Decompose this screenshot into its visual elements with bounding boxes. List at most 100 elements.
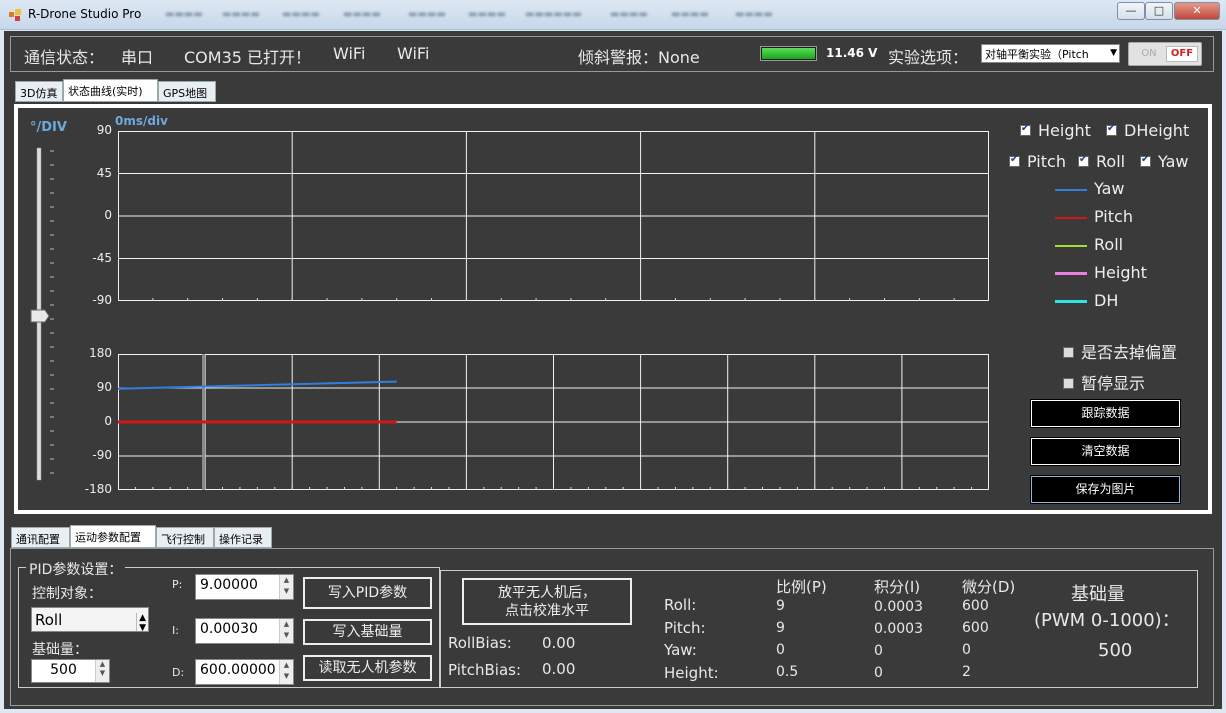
row-name: Yaw:: [664, 641, 697, 659]
legend-swatch: [1055, 300, 1087, 303]
row-p: 9: [776, 620, 785, 636]
blurred-menu-item[interactable]: ▬▬▬▬: [735, 9, 773, 20]
save-image-button[interactable]: 保存为图片: [1030, 475, 1181, 504]
tab-operation-log[interactable]: 操作记录: [214, 527, 272, 548]
tab-status-curve[interactable]: 状态曲线(实时): [63, 79, 158, 102]
pause-display-label: 暂停显示: [1081, 374, 1146, 393]
battery-voltage: 11.46 V: [826, 46, 878, 60]
legend-item-roll: Roll: [1055, 235, 1123, 254]
legend-item-pitch: Pitch: [1055, 207, 1133, 226]
wifi-status-2: WiFi: [397, 44, 430, 63]
legend-swatch: [1055, 216, 1087, 219]
row-name: Pitch:: [664, 619, 706, 637]
write-base-button[interactable]: 写入基础量: [303, 619, 432, 645]
tab-motion-params[interactable]: 运动参数配置: [70, 525, 156, 548]
row-d: 600: [962, 598, 989, 614]
checkbox-checked-icon: [1009, 154, 1020, 167]
d-value: 600.00000: [200, 662, 276, 678]
close-button[interactable]: ✕: [1174, 2, 1220, 20]
tab-flight-control[interactable]: 飞行控制: [156, 527, 214, 548]
checkbox-unchecked-icon: [1063, 347, 1074, 358]
tilt-alarm: 倾斜警报：None: [578, 48, 700, 67]
row-name: Height:: [664, 664, 719, 682]
tab-3d-sim[interactable]: 3D仿真: [15, 81, 63, 102]
checkbox-pause-display[interactable]: 暂停显示: [1063, 370, 1145, 394]
read-params-button[interactable]: 读取无人机参数: [303, 655, 432, 681]
battery-bar: [760, 46, 817, 61]
row-name: Roll:: [664, 596, 697, 614]
checkbox-roll[interactable]: Roll: [1078, 152, 1125, 171]
blurred-menu-item[interactable]: ▬▬▬▬▬▬: [525, 9, 582, 20]
i-input[interactable]: 0.00030 ▲ ▼: [195, 618, 294, 644]
checkbox-dheight[interactable]: DHeight: [1106, 121, 1189, 140]
y-tick-label: -45: [92, 250, 112, 265]
legend-label: DH: [1094, 291, 1119, 310]
blurred-menu-item[interactable]: ▬▬▬▬: [343, 9, 381, 20]
title-bar: R-Drone Studio Pro ▬▬▬▬ ▬▬▬▬ ▬▬▬▬ ▬▬▬▬ ▬…: [0, 0, 1226, 30]
blurred-menu-item[interactable]: ▬▬▬▬: [671, 9, 709, 20]
experiment-label: 实验选项：: [888, 48, 969, 67]
blurred-menu-item[interactable]: ▬▬▬▬: [282, 9, 320, 20]
p-input[interactable]: 9.00000 ▲ ▼: [195, 574, 294, 600]
p-value: 9.00000: [200, 577, 258, 593]
clear-data-button[interactable]: 清空数据: [1030, 437, 1181, 466]
blurred-menu-item[interactable]: ▬▬▬▬: [165, 9, 203, 20]
pid-group-title: PID参数设置：: [26, 559, 126, 579]
y-tick-label: 90: [96, 380, 112, 394]
header-derivative: 微分(D): [962, 578, 1016, 596]
legend-item-yaw: Yaw: [1055, 179, 1124, 198]
row-i: 0: [874, 665, 883, 681]
scale-slider[interactable]: [28, 145, 58, 485]
y-tick-label: 180: [89, 346, 112, 360]
pitch-bias-label: PitchBias:: [448, 661, 522, 679]
row-d: 2: [962, 664, 971, 680]
legend-swatch: [1055, 244, 1087, 247]
blurred-menu-item[interactable]: ▬▬▬▬: [468, 9, 506, 20]
y-tick-label: -90: [92, 293, 112, 307]
tab-gps-map[interactable]: GPS地图: [158, 81, 216, 102]
y-tick-label: 90: [96, 123, 112, 137]
checkbox-height[interactable]: Height: [1020, 121, 1091, 140]
checkbox-checked-icon: [1106, 123, 1117, 136]
blurred-menu-item[interactable]: ▬▬▬▬: [222, 9, 260, 20]
legend-item-dh: DH: [1055, 291, 1118, 310]
checkbox-pitch[interactable]: Pitch: [1009, 152, 1066, 171]
checkbox-remove-bias[interactable]: 是否去掉偏置: [1063, 339, 1177, 363]
checkbox-checked-icon: [1020, 123, 1031, 136]
base-label: 基础量：: [32, 642, 88, 658]
experiment-select[interactable]: 对轴平衡实验（Pitch ▼: [981, 44, 1120, 63]
calibrate-level-button[interactable]: 放平无人机后， 点击校准水平: [462, 578, 632, 625]
checkbox-yaw-label: Yaw: [1158, 152, 1189, 171]
deg-per-div-label: °/DIV: [30, 120, 67, 135]
legend-swatch: [1055, 188, 1087, 191]
chevron-down-icon: ▲ ▼: [136, 613, 146, 631]
legend-item-height: Height: [1055, 263, 1147, 282]
base-value-input[interactable]: 500 ▲ ▼: [31, 659, 110, 683]
write-pid-button[interactable]: 写入PID参数: [303, 577, 432, 609]
pitch-bias-value: 0.00: [542, 660, 576, 678]
y-tick-label: 45: [96, 165, 112, 180]
minimize-button[interactable]: —: [1117, 2, 1145, 20]
spinner-icon: ▲ ▼: [279, 575, 293, 599]
lower-chart: [118, 354, 989, 490]
d-input[interactable]: 600.00000 ▲ ▼: [195, 659, 294, 685]
row-i: 0.0003: [874, 599, 923, 615]
checkbox-checked-icon: [1078, 154, 1089, 167]
slider-thumb[interactable]: [30, 309, 50, 323]
blurred-menu-item[interactable]: ▬▬▬▬: [408, 9, 446, 20]
tab-comm-config[interactable]: 通讯配置: [11, 527, 70, 548]
on-off-toggle[interactable]: ON OFF: [1128, 42, 1202, 66]
checkbox-yaw[interactable]: Yaw: [1140, 152, 1188, 171]
maximize-button[interactable]: □: [1145, 2, 1173, 20]
y-tick-label: -90: [92, 448, 112, 462]
blurred-menu-item[interactable]: ▬▬▬▬: [610, 9, 648, 20]
spinner-icon: ▲ ▼: [95, 660, 109, 682]
row-d: 600: [962, 620, 989, 636]
row-i: 0: [874, 643, 883, 659]
control-target-select[interactable]: Roll ▲ ▼: [31, 607, 149, 632]
y-tick-label: 0: [104, 414, 112, 428]
toggle-on-label: ON: [1141, 48, 1157, 59]
control-target-value: Roll: [35, 611, 63, 629]
track-data-button[interactable]: 跟踪数据: [1030, 399, 1181, 428]
checkbox-roll-label: Roll: [1096, 152, 1126, 171]
